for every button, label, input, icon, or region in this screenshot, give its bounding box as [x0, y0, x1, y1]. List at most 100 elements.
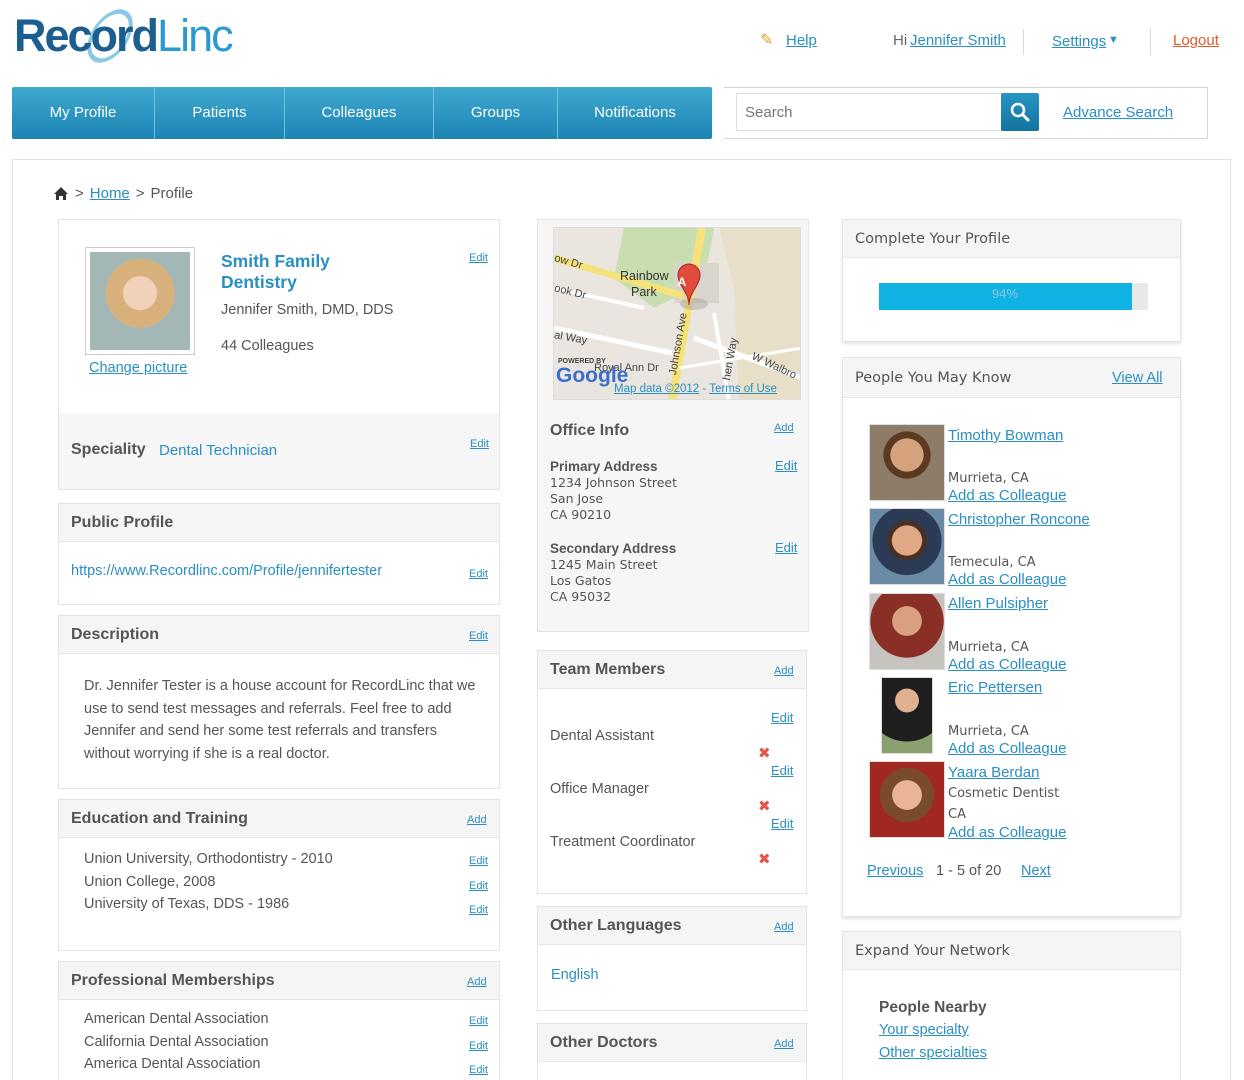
- home-icon[interactable]: [53, 186, 69, 201]
- person-name-link[interactable]: Allen Pulsipher: [948, 595, 1048, 612]
- other-specialties-link[interactable]: Other specialties: [879, 1045, 987, 1061]
- profile-edit-link[interactable]: Edit: [469, 252, 488, 264]
- add-colleague-link[interactable]: Add as Colleague: [948, 740, 1066, 757]
- settings-caret-icon[interactable]: ▼: [1108, 34, 1119, 46]
- team-edit-link[interactable]: Edit: [771, 763, 793, 778]
- membership-edit-link[interactable]: Edit: [469, 1040, 488, 1052]
- list-item: American Dental Association: [84, 1011, 269, 1027]
- avatar[interactable]: [869, 761, 945, 838]
- description-edit-link[interactable]: Edit: [469, 630, 488, 642]
- office-info-panel: Rainbow Park A ow Dr ook Dr al Way Johns…: [537, 219, 809, 632]
- your-specialty-link[interactable]: Your specialty: [879, 1022, 969, 1038]
- user-name-link[interactable]: Jennifer Smith: [910, 32, 1006, 49]
- person-name-link[interactable]: Yaara Berdan: [948, 764, 1039, 781]
- profile-progress-label: 94%: [991, 286, 1019, 301]
- education-edit-link[interactable]: Edit: [469, 880, 488, 892]
- advance-search-link[interactable]: Advance Search: [1063, 104, 1173, 121]
- delete-icon[interactable]: ✖: [758, 744, 771, 762]
- pagination-previous[interactable]: Previous: [867, 863, 923, 879]
- complete-profile-panel: Complete Your Profile 94%: [842, 219, 1181, 342]
- change-picture-link[interactable]: Change picture: [89, 360, 187, 376]
- team-member-item: Dental Assistant: [550, 728, 654, 744]
- header-divider: [1023, 29, 1024, 55]
- public-profile-edit-link[interactable]: Edit: [469, 568, 488, 580]
- team-edit-link[interactable]: Edit: [771, 816, 793, 831]
- memberships-title: Professional Memberships: [59, 962, 499, 1000]
- public-profile-panel: Public Profile https://www.Recordlinc.co…: [58, 503, 500, 605]
- main-nav: My Profile Patients Colleagues Groups No…: [12, 87, 712, 139]
- education-title: Education and Training: [59, 800, 499, 838]
- avatar[interactable]: [881, 677, 933, 754]
- header-divider: [1150, 29, 1151, 55]
- secondary-address-edit-link[interactable]: Edit: [775, 540, 797, 555]
- logout-link[interactable]: Logout: [1173, 32, 1219, 49]
- help-link[interactable]: Help: [786, 32, 817, 49]
- add-colleague-link[interactable]: Add as Colleague: [948, 656, 1066, 673]
- public-profile-url[interactable]: https://www.Recordlinc.com/Profile/jenni…: [71, 563, 382, 579]
- team-members-panel: Team Members Add Edit Dental Assistant ✖…: [537, 650, 807, 894]
- pagination-range: 1 - 5 of 20: [936, 863, 1002, 879]
- avatar[interactable]: [869, 593, 945, 670]
- delete-icon[interactable]: ✖: [758, 797, 771, 815]
- list-item: America Dental Association: [84, 1056, 261, 1072]
- description-title: Description: [59, 616, 499, 654]
- languages-title: Other Languages: [538, 907, 806, 945]
- people-nearby-heading: People Nearby: [879, 999, 987, 1016]
- profile-progress-track: 94%: [879, 283, 1148, 310]
- primary-address-edit-link[interactable]: Edit: [775, 458, 797, 473]
- person-detail: Cosmetic Dentist: [948, 786, 1060, 801]
- membership-edit-link[interactable]: Edit: [469, 1015, 488, 1027]
- avatar[interactable]: [869, 424, 945, 501]
- logo-text: RecordLinc: [14, 10, 234, 61]
- person-name-link[interactable]: Timothy Bowman: [948, 427, 1063, 444]
- team-members-title: Team Members: [538, 651, 806, 689]
- map-data-link[interactable]: Map data ©2012: [614, 383, 699, 395]
- memberships-edit-links: Edit Edit Edit: [469, 1008, 488, 1080]
- education-edit-link[interactable]: Edit: [469, 855, 488, 867]
- person-location: Murrieta, CA: [948, 724, 1029, 739]
- nav-notifications[interactable]: Notifications: [558, 87, 712, 139]
- delete-icon[interactable]: ✖: [758, 850, 771, 868]
- search-icon: [1010, 102, 1030, 122]
- languages-add-link[interactable]: Add: [774, 921, 794, 933]
- description-panel: Description Edit Dr. Jennifer Tester is …: [58, 615, 500, 789]
- add-colleague-link[interactable]: Add as Colleague: [948, 571, 1066, 588]
- person-name-link[interactable]: Christopher Roncone: [948, 511, 1090, 528]
- team-add-link[interactable]: Add: [774, 665, 794, 677]
- settings-link[interactable]: Settings: [1052, 33, 1106, 50]
- search-button[interactable]: [1001, 93, 1039, 131]
- team-member-item: Office Manager: [550, 781, 649, 797]
- pagination-next[interactable]: Next: [1021, 863, 1051, 879]
- list-item: Union College, 2008: [84, 873, 216, 890]
- team-edit-link[interactable]: Edit: [771, 710, 793, 725]
- memberships-add-link[interactable]: Add: [467, 976, 487, 988]
- map-terms-link[interactable]: Terms of Use: [709, 383, 777, 395]
- breadcrumb-home-link[interactable]: Home: [90, 185, 130, 202]
- speciality-row: Speciality Dental Technician Edit: [59, 413, 499, 489]
- office-map[interactable]: Rainbow Park A ow Dr ook Dr al Way Johns…: [553, 227, 801, 400]
- person-location: CA: [948, 807, 966, 822]
- education-edit-link[interactable]: Edit: [469, 904, 488, 916]
- education-edit-links: Edit Edit Edit: [469, 848, 488, 922]
- recordlinc-logo[interactable]: RecordLinc: [14, 1, 234, 71]
- description-text: Dr. Jennifer Tester is a house account f…: [84, 678, 476, 762]
- search-input[interactable]: [736, 93, 1002, 131]
- nav-colleagues[interactable]: Colleagues: [285, 87, 434, 139]
- add-colleague-link[interactable]: Add as Colleague: [948, 487, 1066, 504]
- education-panel: Education and Training Add Union Univers…: [58, 799, 500, 951]
- speciality-edit-link[interactable]: Edit: [470, 438, 489, 450]
- education-add-link[interactable]: Add: [467, 814, 487, 826]
- nav-groups[interactable]: Groups: [434, 87, 558, 139]
- office-info-title: Office Info: [550, 422, 630, 439]
- person-name-link[interactable]: Eric Pettersen: [948, 679, 1042, 696]
- help-wand-icon: ✎: [760, 32, 774, 49]
- office-add-link[interactable]: Add: [774, 422, 794, 434]
- membership-edit-link[interactable]: Edit: [469, 1064, 488, 1076]
- other-doctors-add-link[interactable]: Add: [774, 1038, 794, 1050]
- nav-my-profile[interactable]: My Profile: [12, 87, 155, 139]
- map-label: Park: [631, 285, 657, 299]
- view-all-link[interactable]: View All: [1112, 370, 1163, 386]
- avatar[interactable]: [869, 508, 945, 585]
- nav-patients[interactable]: Patients: [155, 87, 285, 139]
- add-colleague-link[interactable]: Add as Colleague: [948, 824, 1066, 841]
